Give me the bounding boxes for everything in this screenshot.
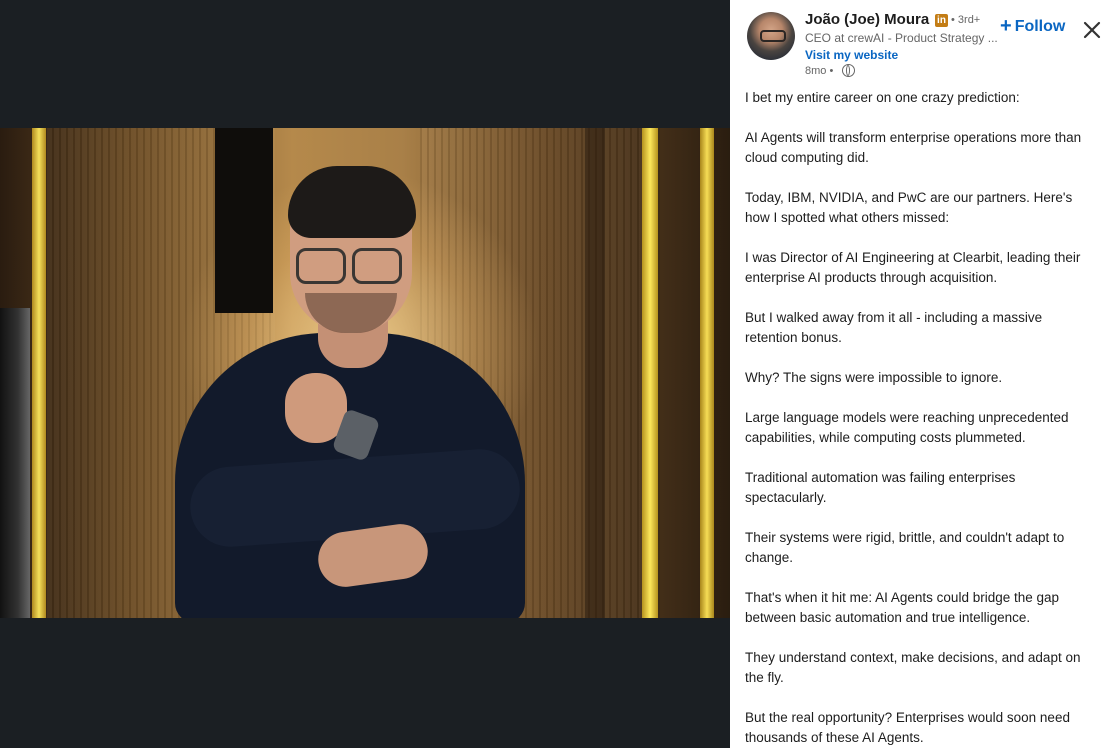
monitor-edge (0, 308, 30, 618)
avatar[interactable] (747, 12, 795, 60)
glasses (296, 248, 346, 284)
post-paragraph: AI Agents will transform enterprise oper… (745, 130, 1082, 165)
post-paragraph: Today, IBM, NVIDIA, and PwC are our part… (745, 190, 1073, 225)
globe-icon (842, 64, 855, 77)
post-sidebar: João (Joe) Moura in • 3rd+ CEO at crewAI… (730, 0, 1106, 748)
light-stripe (700, 128, 714, 618)
post-timestamp: 8mo • (805, 65, 834, 77)
post-body: I bet my entire career on one crazy pred… (745, 88, 1097, 748)
post-photo[interactable] (0, 128, 730, 618)
follow-button[interactable]: + Follow (1000, 15, 1065, 38)
media-viewer (0, 0, 730, 748)
avatar-glasses (760, 30, 786, 42)
close-icon[interactable] (1082, 20, 1102, 40)
person-hair (288, 166, 416, 238)
plus-icon: + (1000, 15, 1012, 37)
website-link[interactable]: Visit my website (805, 48, 898, 62)
light-stripe (32, 128, 46, 618)
post-paragraph: But I walked away from it all - includin… (745, 310, 1043, 345)
author-name[interactable]: João (Joe) Moura (805, 11, 929, 28)
post-paragraph: But the real opportunity? Enterprises wo… (745, 710, 1070, 745)
dark-slat (585, 128, 605, 618)
post-paragraph: I was Director of AI Engineering at Clea… (745, 250, 1081, 285)
pendant-lamp (215, 128, 273, 313)
author-headline: CEO at crewAI - Product Strategy ... (805, 31, 998, 45)
post-paragraph: I bet my entire career on one crazy pred… (745, 90, 1020, 105)
post-paragraph: Large language models were reaching unpr… (745, 410, 1069, 445)
post-paragraph: Their systems were rigid, brittle, and c… (745, 530, 1065, 565)
close-icon-glyph (1083, 21, 1101, 39)
post-paragraph: Traditional automation was failing enter… (745, 470, 1016, 505)
post-paragraph: That's when it hit me: AI Agents could b… (745, 590, 1060, 625)
linkedin-premium-icon: in (935, 14, 948, 27)
connection-degree: • 3rd+ (951, 14, 981, 26)
light-stripe (642, 128, 658, 618)
post-paragraph: Why? The signs were impossible to ignore… (745, 370, 1003, 385)
glasses (352, 248, 402, 284)
follow-label: Follow (1014, 18, 1066, 35)
post-paragraph: They understand context, make decisions,… (745, 650, 1081, 685)
